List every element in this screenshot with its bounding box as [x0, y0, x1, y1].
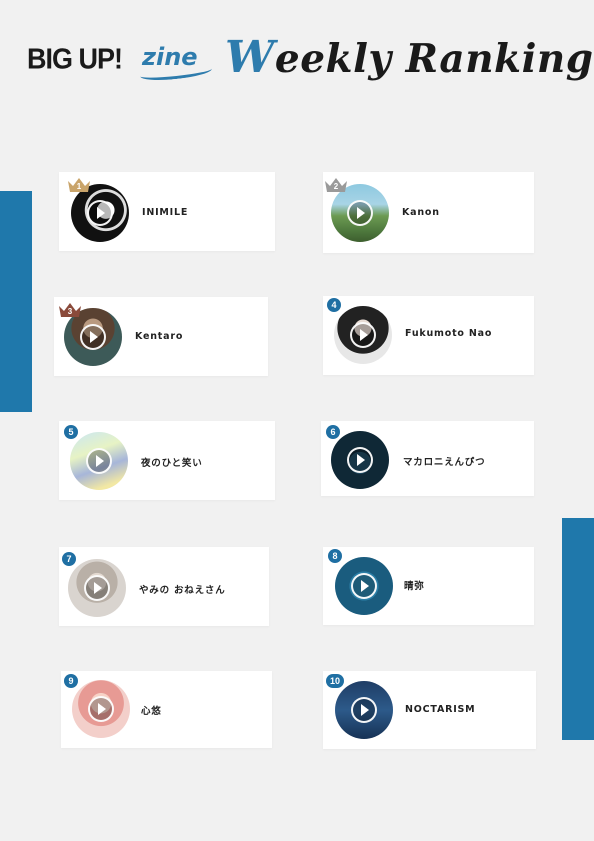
artist-name: 心悠 — [141, 706, 162, 717]
artist-name: 夜のひと笑い — [141, 458, 203, 469]
page-title: Weekly Ranking — [225, 32, 594, 83]
rank-badge: 9 — [64, 674, 78, 688]
artist-name: 晴弥 — [404, 581, 425, 592]
artist-avatar[interactable] — [68, 559, 126, 617]
play-icon[interactable] — [86, 448, 112, 474]
play-icon[interactable] — [347, 200, 373, 226]
play-icon[interactable] — [351, 573, 377, 599]
play-icon[interactable] — [351, 697, 377, 723]
artist-avatar[interactable] — [331, 184, 389, 242]
play-icon[interactable] — [84, 575, 110, 601]
silver-crown-icon: 2 — [324, 177, 348, 192]
rank-badge: 8 — [328, 549, 342, 563]
page-title-initial: W — [225, 32, 275, 83]
artist-avatar[interactable] — [335, 681, 393, 739]
gold-crown-icon: 1 — [67, 177, 91, 192]
rank-badge: 4 — [327, 298, 341, 312]
right-accent-bar — [562, 518, 594, 740]
brand-logo: BIG UP! — [27, 43, 123, 75]
ranking-card-5[interactable]: 夜のひと笑い — [59, 421, 275, 500]
ranking-card-10[interactable]: NOCTARISM — [323, 671, 536, 749]
artist-name: やみの おねえさん — [139, 585, 226, 596]
bronze-crown-icon: 3 — [58, 302, 82, 317]
rank-badge: 5 — [64, 425, 78, 439]
artist-name: Fukumoto Nao — [405, 328, 493, 339]
page-header: BIG UP! zine Weekly Ranking — [0, 0, 594, 110]
play-icon[interactable] — [347, 447, 373, 473]
artist-avatar[interactable] — [72, 680, 130, 738]
play-icon[interactable] — [80, 324, 106, 350]
artist-avatar[interactable] — [334, 306, 392, 364]
left-accent-bar — [0, 191, 32, 412]
rank-badge: 7 — [62, 552, 76, 566]
ranking-card-7[interactable]: やみの おねえさん — [59, 547, 269, 626]
ranking-card-2[interactable]: Kanon — [323, 172, 534, 253]
play-icon[interactable] — [87, 200, 113, 226]
play-icon[interactable] — [88, 696, 114, 722]
rank-badge: 10 — [326, 674, 344, 688]
ranking-card-1[interactable]: INIMILE — [59, 172, 275, 251]
artist-name: NOCTARISM — [405, 704, 476, 715]
play-icon[interactable] — [350, 322, 376, 348]
artist-avatar[interactable] — [335, 557, 393, 615]
artist-name: Kanon — [402, 207, 440, 218]
ranking-card-6[interactable]: マカロニえんぴつ — [321, 421, 534, 496]
artist-avatar[interactable] — [331, 431, 389, 489]
rank-badge: 6 — [326, 425, 340, 439]
page-title-rest: eekly Ranking — [274, 36, 594, 82]
artist-name: INIMILE — [142, 207, 189, 218]
artist-avatar[interactable] — [71, 184, 129, 242]
ranking-card-4[interactable]: Fukumoto Nao — [323, 296, 534, 375]
artist-avatar[interactable] — [70, 432, 128, 490]
ranking-card-8[interactable]: 晴弥 — [323, 547, 534, 625]
ranking-card-9[interactable]: 心悠 — [61, 671, 272, 748]
artist-name: Kentaro — [135, 331, 184, 342]
ranking-card-3[interactable]: Kentaro — [54, 297, 268, 376]
artist-name: マカロニえんぴつ — [403, 457, 486, 468]
